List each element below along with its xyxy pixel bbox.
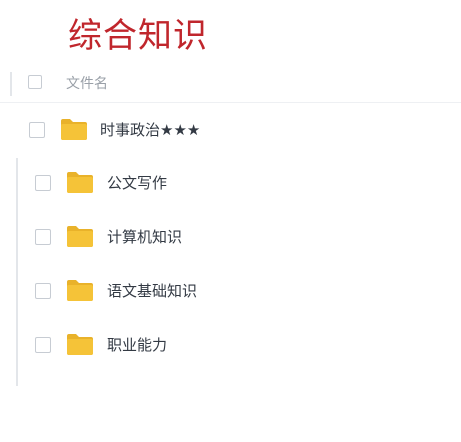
- folder-name[interactable]: 语文基础知识: [107, 281, 197, 301]
- list-item[interactable]: 职业能力: [0, 325, 461, 365]
- tree-line: [10, 72, 12, 96]
- folder-name[interactable]: 计算机知识: [107, 227, 182, 247]
- list-item[interactable]: 计算机知识: [0, 217, 461, 257]
- select-all-checkbox[interactable]: [28, 75, 42, 89]
- list-item[interactable]: 时事政治★★★: [0, 110, 461, 150]
- row-checkbox[interactable]: [35, 175, 51, 191]
- list-item[interactable]: 公文写作: [0, 163, 461, 203]
- row-checkbox[interactable]: [35, 337, 51, 353]
- page-title: 综合知识: [68, 16, 208, 56]
- folder-name[interactable]: 职业能力: [107, 335, 167, 355]
- file-list-header: 文件名: [0, 70, 461, 103]
- folder-icon: [61, 119, 87, 140]
- folder-icon: [67, 334, 93, 355]
- folder-name[interactable]: 时事政治★★★: [100, 120, 200, 140]
- row-checkbox[interactable]: [29, 122, 45, 138]
- folder-name[interactable]: 公文写作: [107, 173, 167, 193]
- column-header-filename[interactable]: 文件名: [66, 73, 108, 93]
- row-checkbox[interactable]: [35, 229, 51, 245]
- folder-icon: [67, 172, 93, 193]
- list-item[interactable]: 语文基础知识: [0, 271, 461, 311]
- folder-icon: [67, 280, 93, 301]
- row-checkbox[interactable]: [35, 283, 51, 299]
- folder-icon: [67, 226, 93, 247]
